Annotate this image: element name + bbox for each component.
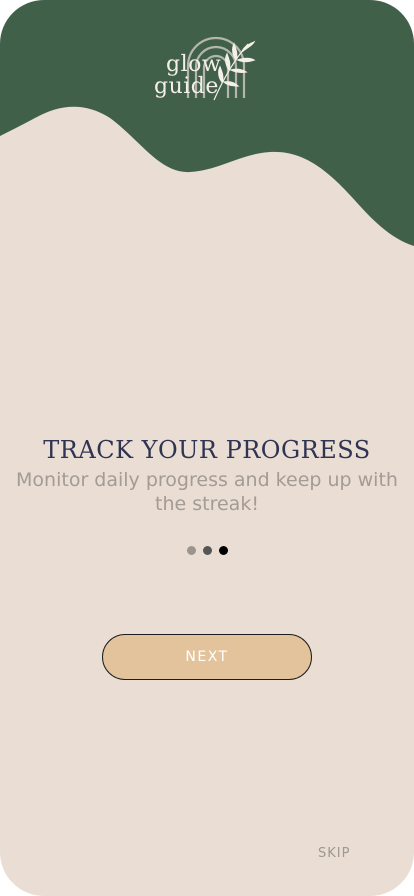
- app-logo: glow guide: [150, 30, 260, 110]
- page-indicator: [0, 546, 414, 555]
- logo-text-line2: guide: [154, 74, 219, 99]
- onboarding-subtitle: Monitor daily progress and keep up with …: [16, 469, 398, 515]
- skip-button[interactable]: SKIP: [318, 846, 350, 861]
- page-dot-1[interactable]: [186, 546, 196, 555]
- page-dot-2[interactable]: [202, 546, 212, 555]
- onboarding-screen: glow guide TRACK YOUR PROGRESS Monitor d…: [0, 0, 414, 896]
- logo-text-line1: glow: [166, 52, 222, 77]
- onboarding-title: TRACK YOUR PROGRESS: [43, 436, 371, 464]
- next-button-label: NEXT: [185, 649, 229, 665]
- page-dot-3-active[interactable]: [218, 546, 228, 555]
- next-button[interactable]: NEXT: [102, 634, 312, 680]
